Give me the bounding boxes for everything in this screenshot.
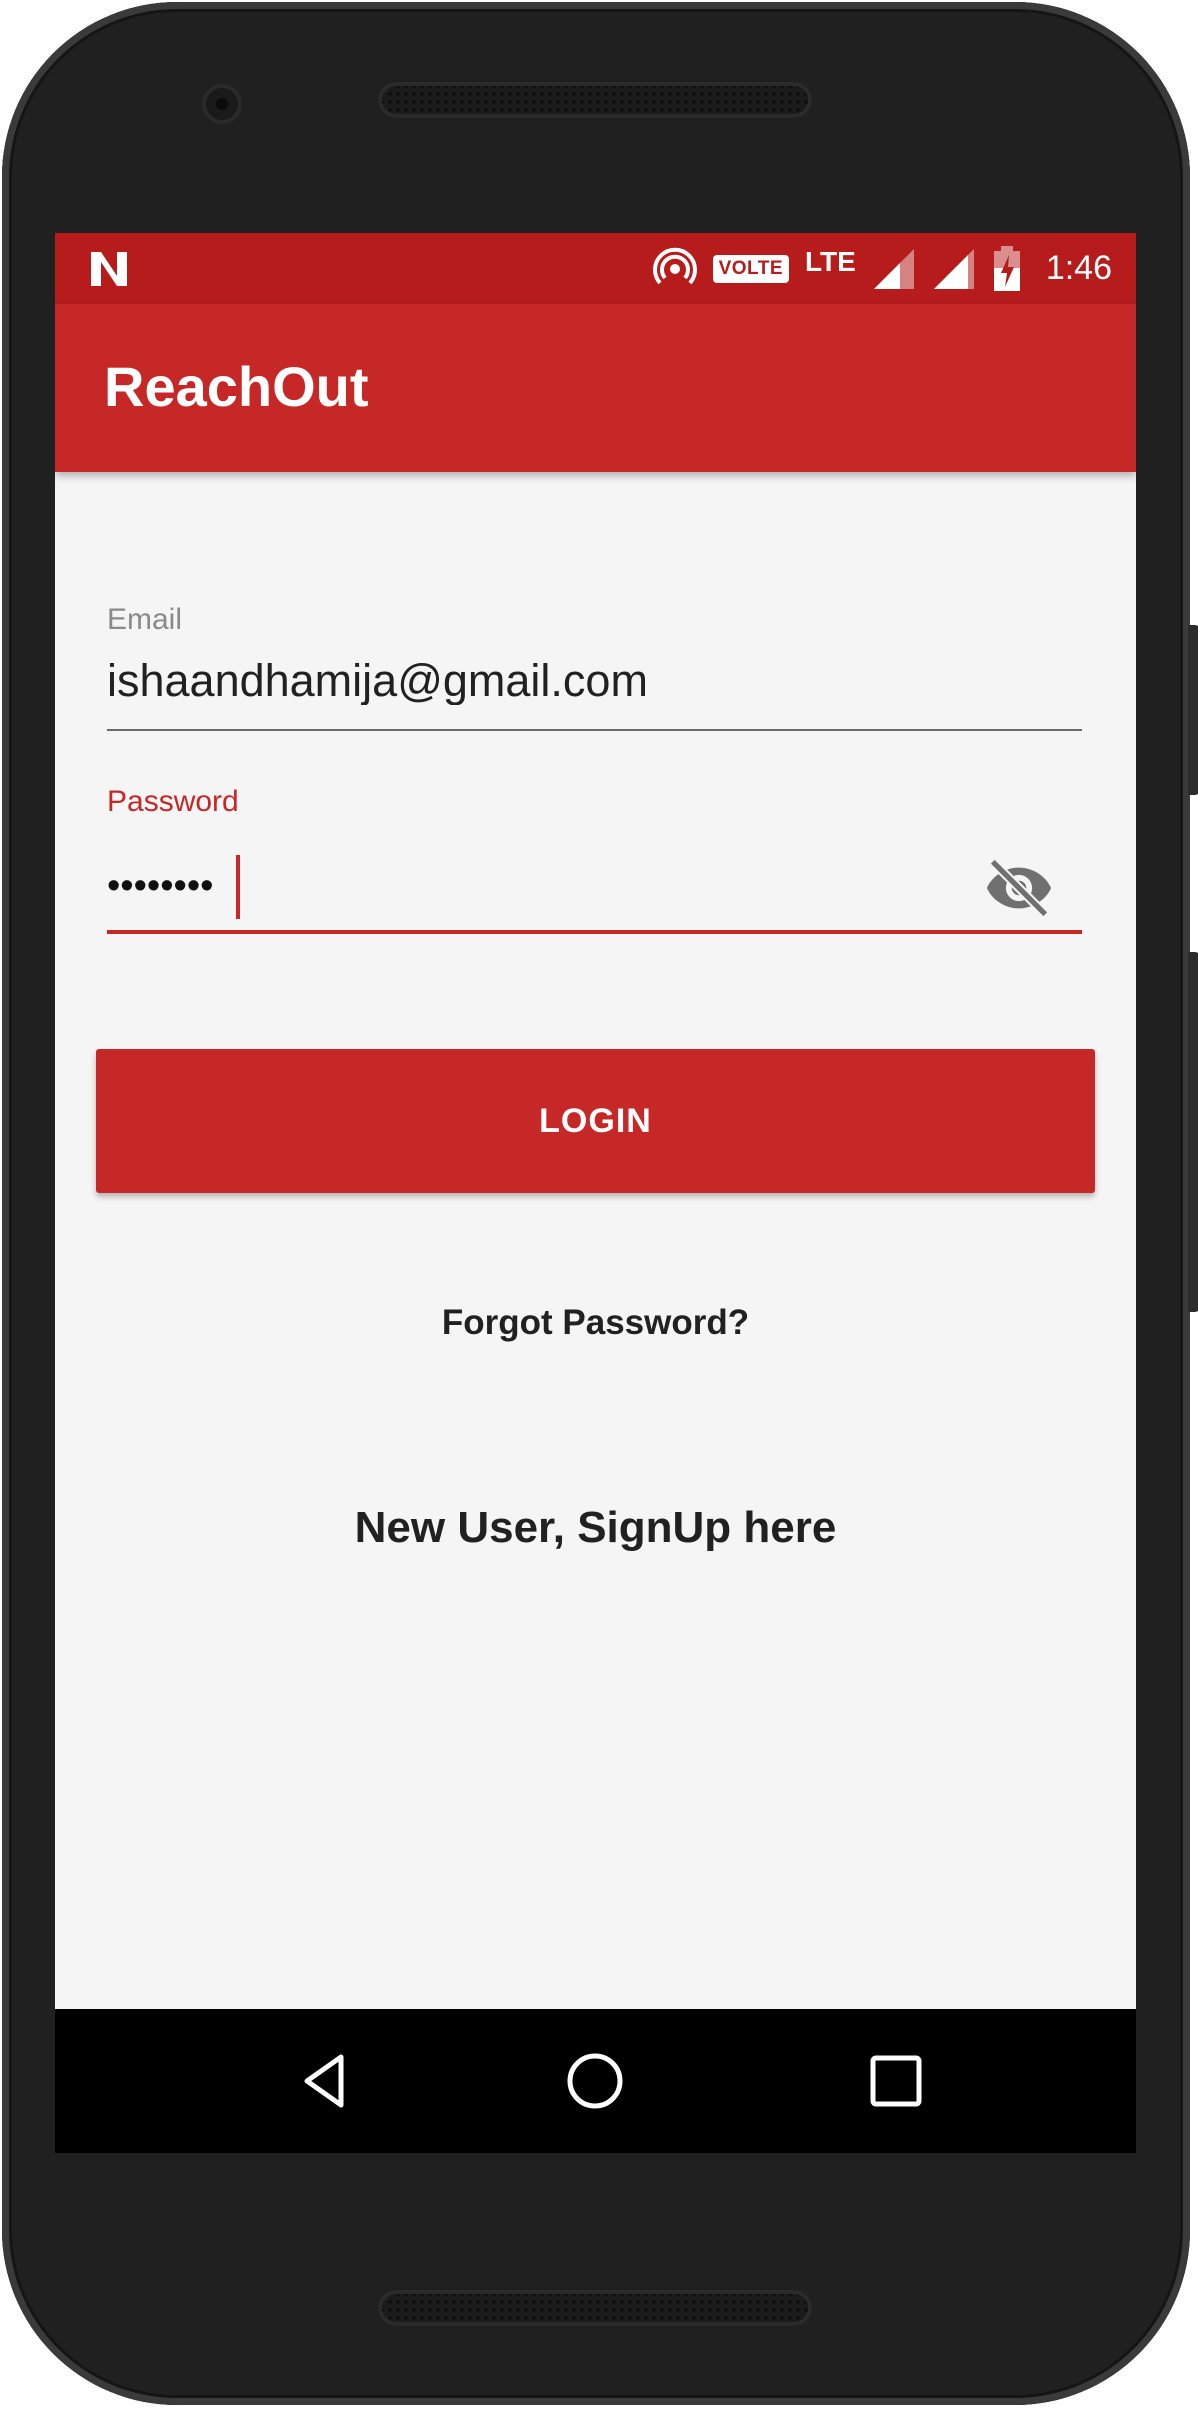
screen: VOLTE LTE 1:46 ReachOut Email Password •… bbox=[55, 233, 1136, 2153]
back-icon[interactable] bbox=[289, 2045, 361, 2117]
login-button[interactable]: LOGIN bbox=[96, 1049, 1095, 1193]
status-bar: VOLTE LTE 1:46 bbox=[55, 233, 1136, 304]
network-type: LTE bbox=[805, 245, 856, 277]
email-underline bbox=[107, 729, 1082, 731]
front-camera bbox=[202, 84, 242, 124]
earpiece-speaker bbox=[378, 82, 812, 118]
app-title: ReachOut bbox=[104, 355, 369, 418]
email-label: Email bbox=[107, 603, 183, 636]
signup-link[interactable]: New User, SignUp here bbox=[55, 1503, 1136, 1553]
hotspot-icon bbox=[652, 247, 697, 284]
status-time: 1:46 bbox=[1045, 249, 1112, 287]
volte-badge: VOLTE bbox=[712, 254, 789, 283]
status-icons: VOLTE LTE 1:46 bbox=[652, 233, 1112, 304]
recents-icon[interactable] bbox=[860, 2045, 932, 2117]
forgot-password-link[interactable]: Forgot Password? bbox=[55, 1303, 1136, 1343]
bottom-speaker bbox=[378, 2290, 812, 2326]
navigation-bar bbox=[55, 2009, 1136, 2153]
home-icon[interactable] bbox=[559, 2045, 631, 2117]
app-bar: ReachOut bbox=[55, 304, 1136, 472]
password-label: Password bbox=[107, 785, 239, 818]
password-field[interactable]: •••••••• bbox=[107, 865, 213, 908]
text-cursor bbox=[236, 855, 240, 919]
n-icon bbox=[91, 252, 127, 286]
email-field[interactable] bbox=[107, 657, 1082, 705]
signal-icon bbox=[933, 248, 974, 289]
signal-icon bbox=[873, 248, 914, 289]
power-button bbox=[1188, 625, 1198, 795]
battery-charging-icon bbox=[993, 245, 1020, 291]
volume-button bbox=[1188, 952, 1198, 1312]
password-underline bbox=[107, 930, 1082, 934]
eye-off-icon[interactable] bbox=[984, 853, 1054, 923]
